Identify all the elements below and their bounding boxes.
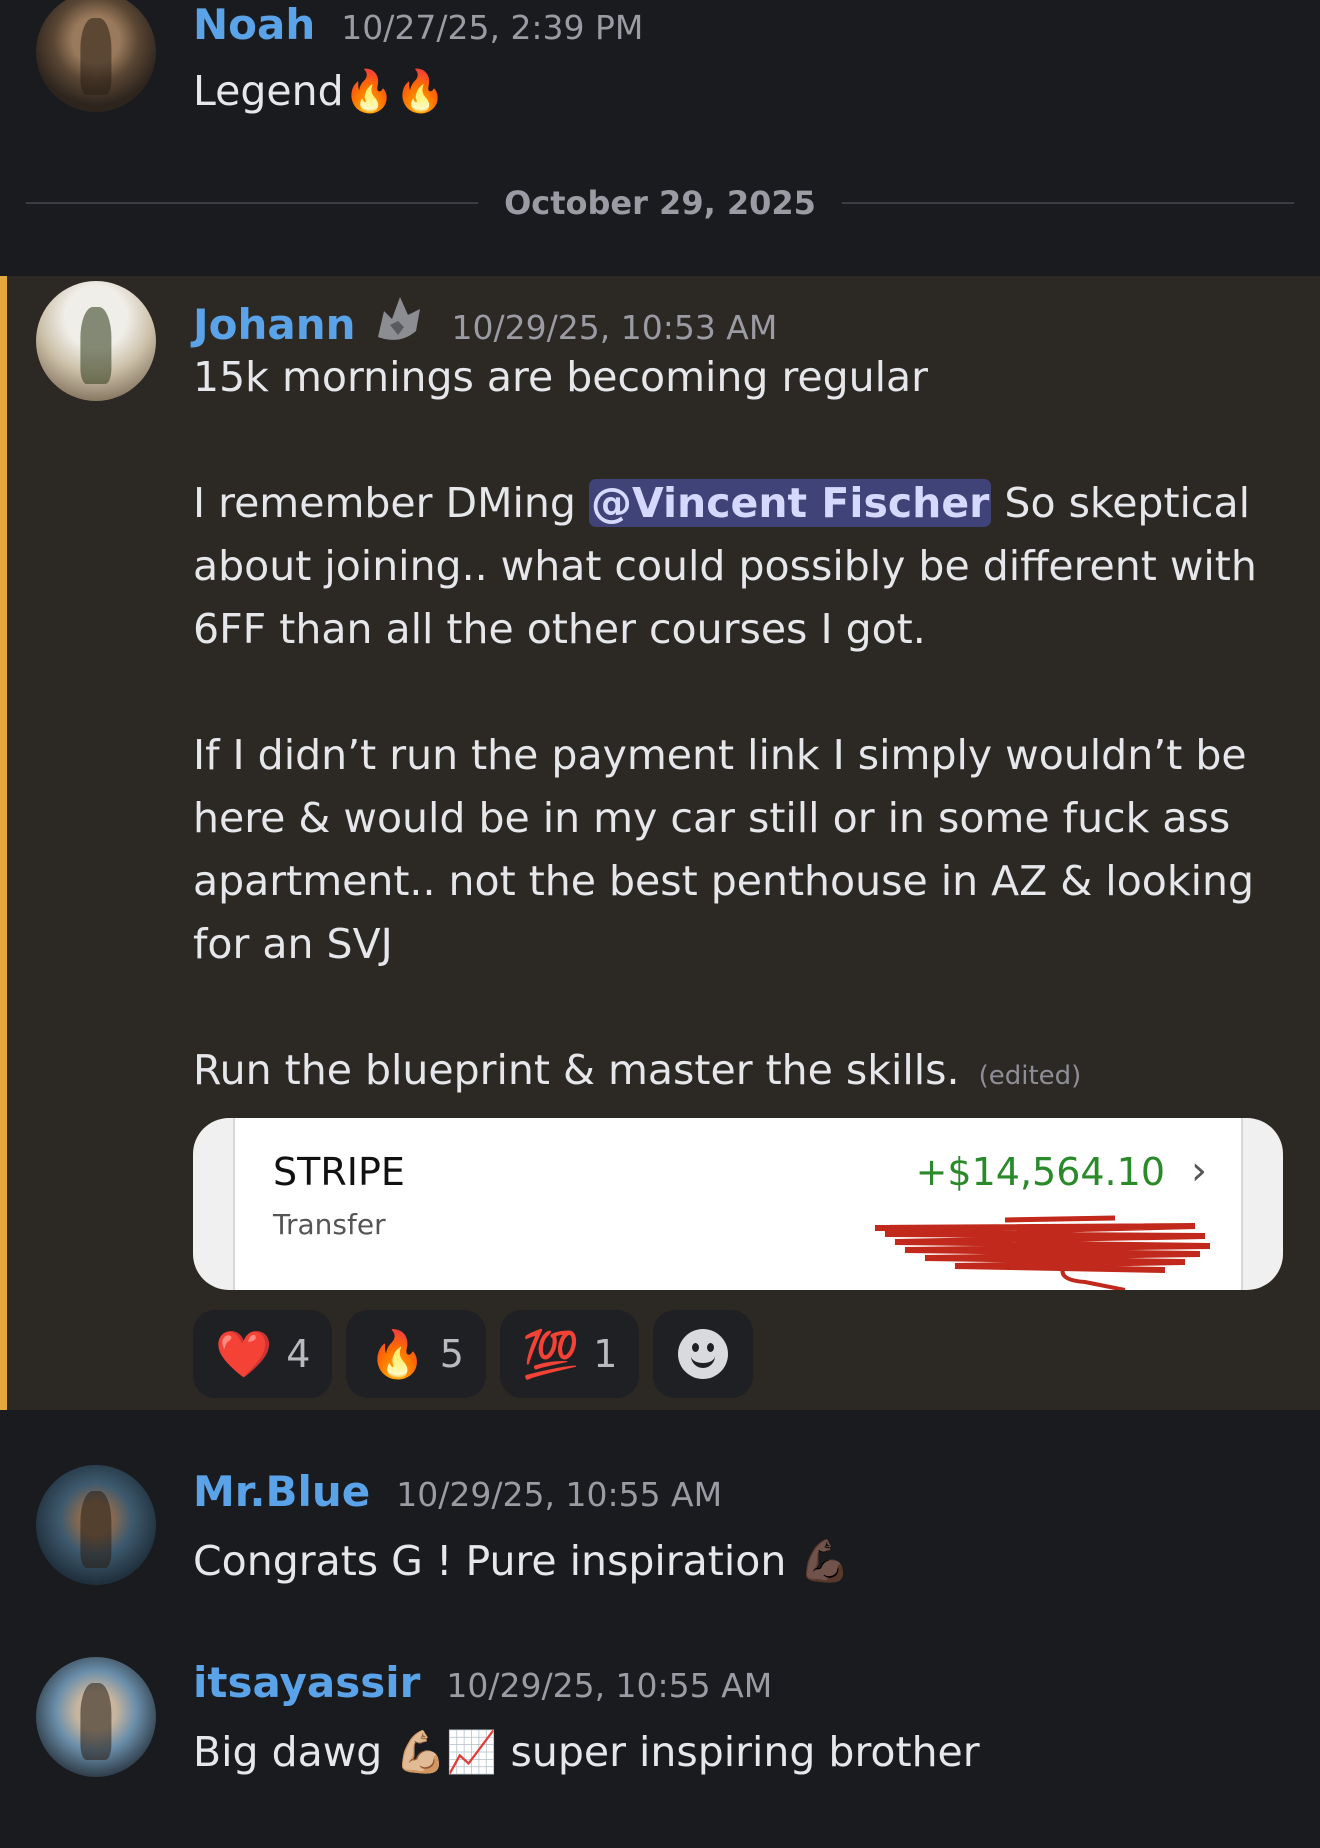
attachment-title: STRIPE — [273, 1150, 405, 1194]
timestamp-noah: 10/27/25, 2:39 PM — [341, 8, 644, 47]
username-johann[interactable]: Johann — [193, 300, 356, 349]
user-mention[interactable]: @Vincent Fischer — [588, 479, 992, 527]
message-line: Run the blueprint & master the skills. (… — [193, 1046, 1082, 1094]
hundred-icon: 💯 — [521, 1326, 580, 1381]
message-line: for an SVJ — [193, 920, 393, 968]
message-line: I remember DMing @Vincent Fischer So ske… — [193, 479, 1250, 527]
stripe-transfer-card: STRIPE Transfer +$14,564.10 › — [233, 1118, 1243, 1290]
message-header-noah: Noah 10/27/25, 2:39 PM — [193, 0, 643, 49]
message-line: 15k mornings are becoming regular — [193, 353, 929, 401]
message-header-mrblue: Mr.Blue 10/29/25, 10:55 AM — [193, 1467, 722, 1516]
message-text: Congrats G ! Pure inspiration — [193, 1537, 787, 1585]
mention-highlight-bar — [0, 276, 7, 1410]
message-header-johann: Johann 10/29/25, 10:53 AM — [193, 283, 777, 349]
wolf-icon — [377, 297, 420, 340]
message-line: here & would be in my car still or in so… — [193, 794, 1231, 842]
message-text: Big dawg — [193, 1728, 383, 1776]
chevron-right-icon: › — [1191, 1148, 1207, 1194]
edited-label: (edited) — [978, 1061, 1082, 1091]
message-line: 6FF than all the other courses I got. — [193, 605, 926, 653]
divider-date: October 29, 2025 — [504, 184, 816, 222]
message-text: Legend — [193, 67, 344, 115]
avatar-johann[interactable] — [36, 281, 156, 401]
message-content-noah: Legend🔥🔥 — [193, 60, 446, 123]
date-divider: October 29, 2025 — [26, 180, 1294, 226]
fire-icon: 🔥 — [368, 1326, 426, 1381]
timestamp-mrblue: 10/29/25, 10:55 AM — [396, 1475, 723, 1514]
divider-line — [26, 202, 479, 204]
message-line: If I didn’t run the payment link I simpl… — [193, 731, 1247, 779]
message-text: super inspiring brother — [510, 1728, 980, 1776]
flexed-biceps-emoji: 💪🏿 — [799, 1537, 851, 1585]
add-reaction-button[interactable] — [653, 1310, 754, 1398]
message-header-itsayassir: itsayassir 10/29/25, 10:55 AM — [193, 1658, 772, 1707]
reaction-count: 1 — [593, 1332, 618, 1376]
biceps-chart-emoji: 💪🏼📈 — [395, 1728, 498, 1776]
divider-line — [841, 202, 1294, 204]
timestamp-johann: 10/29/25, 10:53 AM — [451, 308, 778, 347]
reaction-heart[interactable]: ❤️ 4 — [193, 1310, 333, 1398]
avatar-mrblue[interactable] — [36, 1465, 156, 1585]
redaction-scribble — [874, 1215, 1211, 1290]
message-content-mrblue: Congrats G ! Pure inspiration 💪🏿 — [193, 1530, 850, 1593]
message-line: apartment.. not the best penthouse in AZ… — [193, 857, 1255, 905]
timestamp-itsayassir: 10/29/25, 10:55 AM — [446, 1666, 773, 1705]
message-content-johann: 15k mornings are becoming regular I reme… — [193, 346, 1257, 1108]
message-content-itsayassir: Big dawg 💪🏼📈 super inspiring brother — [193, 1721, 980, 1784]
reaction-count: 5 — [439, 1332, 464, 1376]
heart-icon: ❤️ — [215, 1326, 273, 1381]
message-line: about joining.. what could possibly be d… — [193, 542, 1257, 590]
username-itsayassir[interactable]: itsayassir — [193, 1658, 420, 1707]
avatar-noah[interactable] — [36, 0, 156, 112]
username-noah[interactable]: Noah — [193, 0, 315, 49]
smiley-icon — [678, 1329, 729, 1379]
username-mrblue[interactable]: Mr.Blue — [193, 1467, 370, 1516]
attachment-subtitle: Transfer — [273, 1208, 386, 1241]
avatar-itsayassir[interactable] — [36, 1657, 156, 1777]
reaction-hundred[interactable]: 💯 1 — [499, 1310, 640, 1398]
fire-emoji: 🔥🔥 — [343, 67, 446, 115]
attachment-amount: +$14,564.10 — [915, 1150, 1165, 1194]
reaction-fire[interactable]: 🔥 5 — [346, 1310, 486, 1398]
reactions-row: ❤️ 4 🔥 5 💯 1 — [193, 1310, 754, 1398]
image-attachment-stripe[interactable]: STRIPE Transfer +$14,564.10 › — [193, 1118, 1283, 1290]
reaction-count: 4 — [286, 1332, 311, 1376]
